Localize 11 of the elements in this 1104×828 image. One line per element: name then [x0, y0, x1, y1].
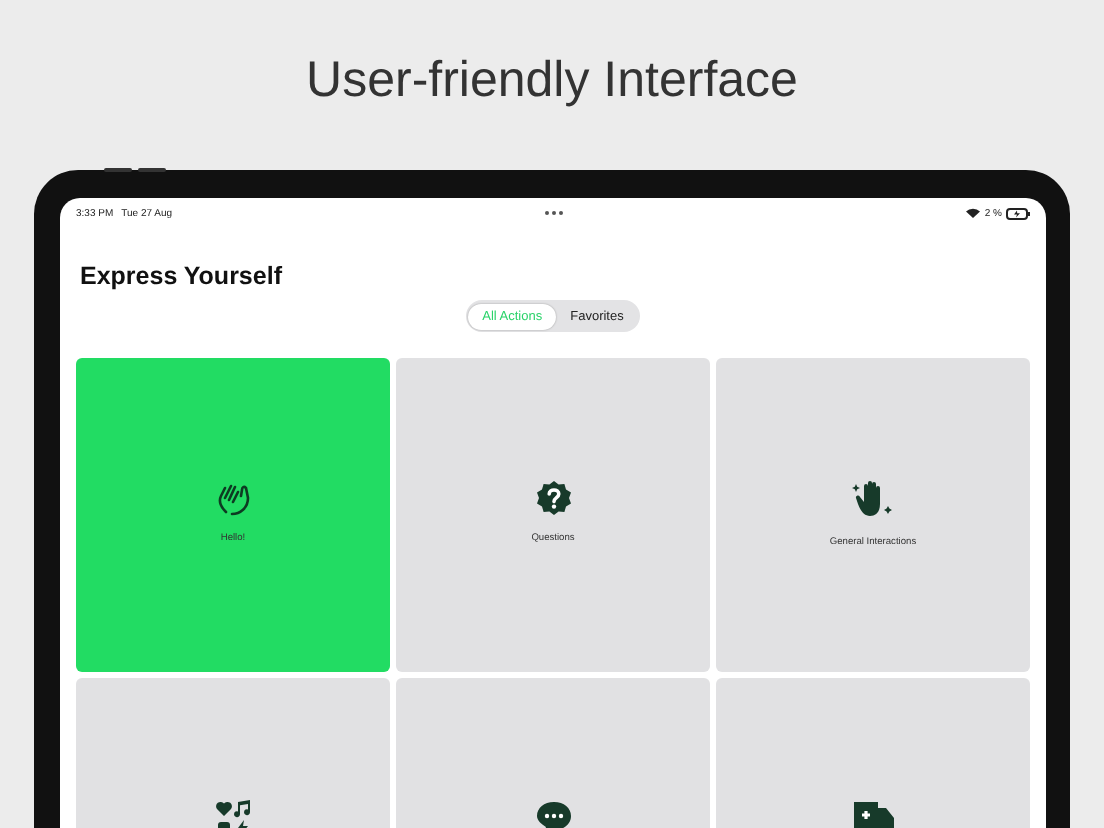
clapping-hands-icon [215, 480, 251, 516]
battery-icon [1006, 207, 1030, 219]
screen-title: Express Yourself [78, 260, 284, 290]
question-badge-icon [535, 480, 571, 516]
more-dots-icon[interactable] [543, 210, 563, 216]
headline: User-friendly Interface [304, 50, 800, 112]
ambulance-icon [851, 800, 895, 828]
wifi-icon [966, 208, 981, 218]
chat-bubble-icon [535, 800, 571, 828]
hand-sparkles-icon [851, 480, 895, 520]
heart-music-icon [215, 800, 251, 828]
